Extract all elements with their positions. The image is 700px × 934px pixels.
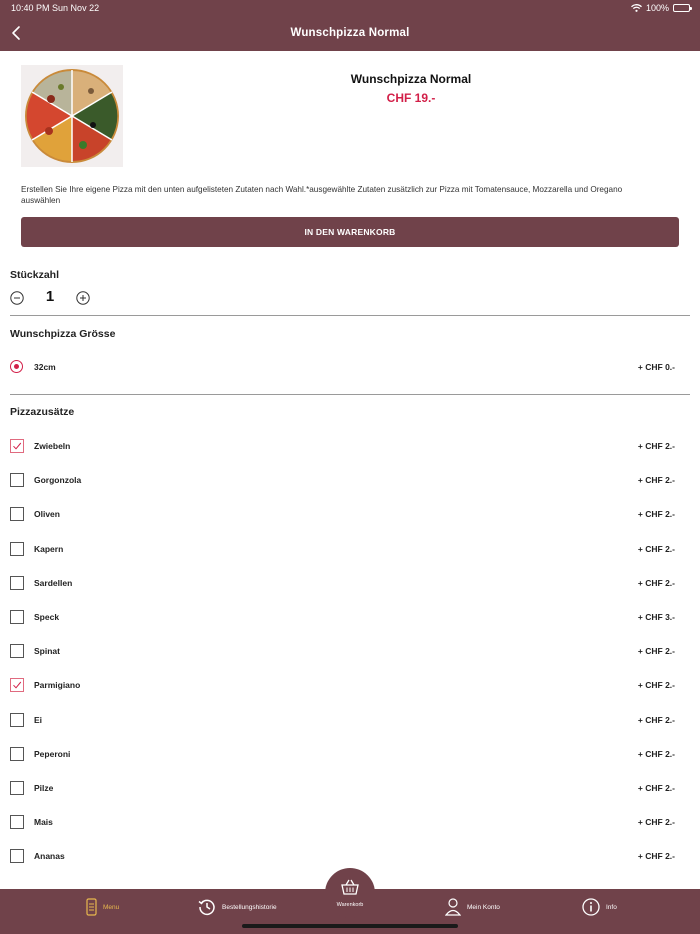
extra-option-parmigiano[interactable]: Parmigiano + CHF 2.-	[10, 675, 675, 695]
increase-quantity-button[interactable]	[76, 291, 90, 305]
option-label: Ananas	[34, 851, 65, 862]
status-time: 10:40 PM Sun Nov 22	[11, 3, 100, 13]
tab-cart-label: Warenkorb	[336, 902, 364, 908]
page-title: Wunschpizza Normal	[290, 27, 410, 39]
option-label: Sardellen	[34, 577, 73, 588]
menu-icon	[86, 898, 97, 916]
checkbox[interactable]	[10, 507, 24, 522]
checkbox[interactable]	[10, 781, 24, 795]
extra-option-gorgonzola[interactable]: Gorgonzola + CHF 2.-	[10, 470, 675, 490]
option-label: Spinat	[34, 646, 60, 657]
checkbox-checked[interactable]	[10, 678, 24, 693]
option-price: + CHF 2.-	[637, 543, 675, 554]
checkbox[interactable]	[10, 849, 24, 864]
option-label: Parmigiano	[34, 680, 81, 691]
option-label: Pilze	[34, 783, 54, 793]
battery-icon	[673, 4, 692, 12]
option-label: Kapern	[34, 543, 64, 554]
option-price: + CHF 2.-	[637, 817, 675, 828]
extra-option-pilze[interactable]: Pilze + CHF 2.-	[10, 778, 675, 798]
extra-option-kapern[interactable]: Kapern + CHF 2.-	[10, 539, 675, 559]
option-label: Mais	[34, 817, 53, 828]
tab-account-label: Mein Konto	[467, 903, 500, 911]
divider	[10, 315, 690, 316]
checkmark-icon	[13, 442, 22, 450]
basket-icon	[341, 879, 359, 895]
checkbox[interactable]	[10, 610, 24, 624]
size-option-32cm[interactable]: 32cm + CHF 0.-	[10, 357, 675, 377]
extra-option-oliven[interactable]: Oliven + CHF 2.-	[10, 504, 675, 524]
option-price: + CHF 2.-	[637, 646, 675, 657]
checkbox-checked[interactable]	[10, 439, 24, 453]
checkbox[interactable]	[10, 473, 24, 488]
extra-option-peperoni[interactable]: Peperoni + CHF 2.-	[10, 744, 675, 764]
option-label: Peperoni	[34, 748, 71, 759]
option-price: + CHF 2.-	[637, 748, 675, 759]
checkbox[interactable]	[10, 644, 24, 659]
home-indicator	[242, 924, 458, 928]
info-icon	[582, 898, 600, 916]
checkbox[interactable]	[10, 575, 24, 590]
extra-option-spinat[interactable]: Spinat + CHF 2.-	[10, 641, 675, 661]
quantity-title: Stückzahl	[10, 269, 60, 281]
checkbox[interactable]	[10, 815, 24, 830]
extra-option-sardellen[interactable]: Sardellen + CHF 2.-	[10, 573, 675, 593]
extra-option-mais[interactable]: Mais + CHF 2.-	[10, 812, 675, 832]
product-description: Erstellen Sie Ihre eigene Pizza mit den …	[21, 185, 623, 205]
checkbox[interactable]	[10, 746, 24, 761]
divider	[10, 394, 690, 395]
tab-cart[interactable]: Warenkorb	[325, 868, 375, 918]
option-price: + CHF 2.-	[637, 714, 675, 725]
extra-option-ananas[interactable]: Ananas + CHF 2.-	[10, 846, 675, 866]
tab-menu-label: Menu	[103, 903, 120, 911]
product-name: Wunschpizza Normal	[350, 72, 472, 86]
tab-history-label: Bestellungshistorie	[222, 903, 277, 911]
extra-option-speck[interactable]: Speck + CHF 3.-	[10, 607, 675, 627]
add-to-cart-button[interactable]: IN DEN WARENKORB	[21, 217, 679, 247]
tab-account[interactable]: Mein Konto	[445, 897, 500, 917]
checkbox[interactable]	[10, 541, 24, 556]
size-section-title: Wunschpizza Grösse	[10, 328, 116, 340]
option-label: Ei	[34, 714, 43, 725]
tab-info-label: Info	[606, 903, 617, 911]
navigation-bar: 10:40 PM Sun Nov 22 100% Wunschpizza Nor…	[0, 0, 700, 51]
tab-info[interactable]: Info	[582, 897, 617, 917]
option-price: + CHF 2.-	[637, 851, 675, 862]
product-image	[21, 65, 123, 167]
quantity-value: 1	[45, 288, 55, 305]
history-icon	[198, 899, 215, 916]
checkmark-icon	[13, 682, 22, 689]
option-price: + CHF 2.-	[637, 441, 675, 451]
battery-percent: 100%	[645, 3, 669, 13]
status-indicators: 100%	[631, 3, 692, 13]
option-price: + CHF 2.-	[637, 577, 675, 588]
status-bar: 10:40 PM Sun Nov 22 100%	[11, 3, 692, 15]
tab-order-history[interactable]: Bestellungshistorie	[198, 897, 277, 917]
checkbox[interactable]	[10, 712, 24, 727]
product-price: CHF 19.-	[386, 91, 436, 105]
option-label: Gorgonzola	[34, 475, 82, 486]
option-label: Speck	[34, 612, 60, 622]
tab-menu[interactable]: Menu	[86, 897, 119, 917]
option-price: + CHF 2.-	[637, 509, 675, 520]
wifi-icon	[631, 4, 642, 12]
decrease-quantity-button[interactable]	[10, 291, 24, 305]
option-label: 32cm	[34, 362, 56, 372]
option-label: Zwiebeln	[34, 441, 71, 451]
option-price: + CHF 2.-	[637, 475, 675, 486]
option-label: Oliven	[34, 509, 60, 520]
radio-selected[interactable]	[10, 360, 23, 373]
extra-option-zwiebeln[interactable]: Zwiebeln + CHF 2.-	[10, 436, 675, 456]
option-price: + CHF 3.-	[637, 612, 675, 622]
option-price: + CHF 2.-	[637, 680, 675, 691]
extra-option-ei[interactable]: Ei + CHF 2.-	[10, 710, 675, 730]
option-price: + CHF 0.-	[637, 362, 675, 372]
option-price: + CHF 2.-	[637, 783, 675, 793]
user-icon	[445, 898, 461, 916]
extras-section-title: Pizzazusätze	[10, 406, 75, 418]
